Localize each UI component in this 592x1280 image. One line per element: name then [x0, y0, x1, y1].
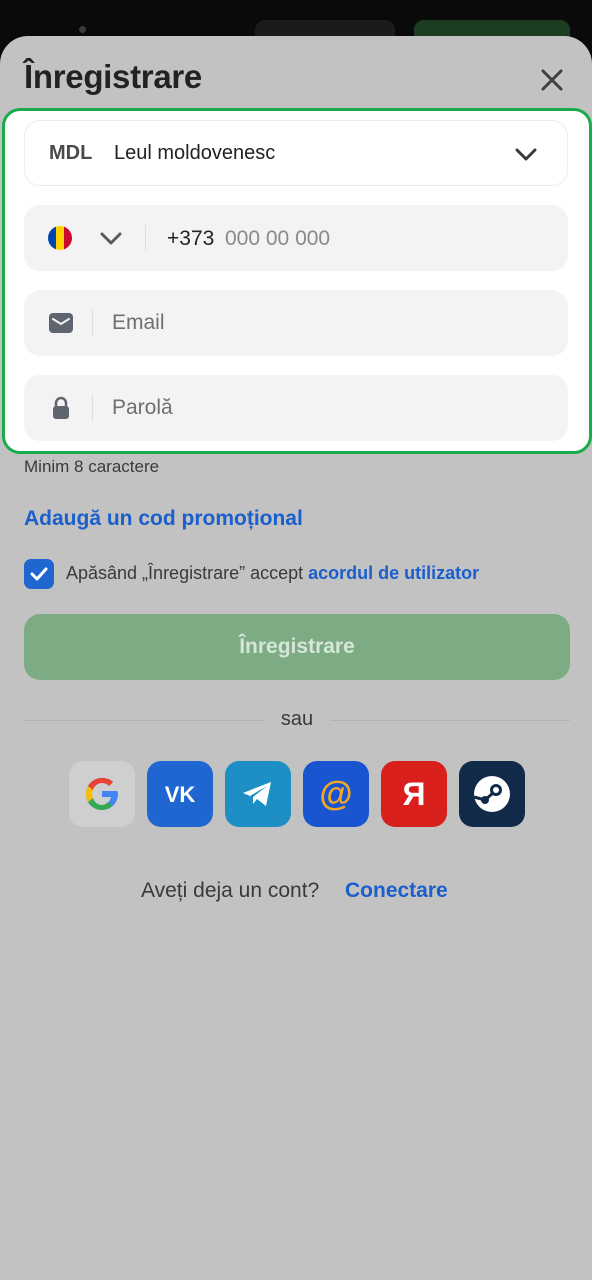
register-button[interactable]: Înregistrare: [24, 614, 570, 680]
svg-text:@: @: [319, 775, 352, 813]
agreement-text: Apăsând „Înregistrare” accept acordul de…: [66, 563, 479, 584]
camera-dot: [79, 26, 86, 33]
mailru-login-button[interactable]: @: [303, 761, 369, 827]
vk-login-button[interactable]: VK: [147, 761, 213, 827]
email-placeholder: Email: [112, 311, 165, 334]
telegram-icon: [243, 782, 271, 806]
password-field[interactable]: Parolă: [24, 375, 568, 441]
svg-text:VK: VK: [165, 782, 196, 807]
steam-icon: [473, 776, 510, 812]
user-agreement-link[interactable]: acordul de utilizator: [308, 563, 479, 583]
close-icon: [541, 69, 563, 91]
phone-placeholder: 000 00 000: [225, 227, 331, 250]
field-separator: [92, 395, 93, 421]
password-placeholder: Parolă: [112, 396, 173, 419]
add-promo-code-link[interactable]: Adaugă un cod promoțional: [24, 507, 303, 531]
status-bar: [0, 0, 592, 40]
chevron-down-icon: [515, 148, 537, 161]
field-separator: [92, 310, 93, 336]
have-account-text: Aveți deja un cont?: [141, 879, 320, 902]
agreement-label: Apăsând „Înregistrare” accept: [66, 563, 304, 583]
moldova-flag-icon[interactable]: [48, 226, 72, 250]
field-separator: [145, 225, 146, 251]
divider-line-left: [24, 720, 264, 721]
yandex-login-button[interactable]: Я: [381, 761, 447, 827]
divider-text: sau: [280, 708, 314, 730]
mail-icon: [49, 313, 73, 333]
password-hint: Minim 8 caractere: [24, 457, 160, 476]
telegram-login-button[interactable]: [225, 761, 291, 827]
currency-name: Leul moldovenesc: [114, 142, 276, 164]
currency-select[interactable]: MDL Leul moldovenesc: [24, 120, 568, 186]
flag-stripe-red: [64, 226, 72, 250]
yandex-icon: Я: [403, 776, 426, 812]
phone-country-code: +373: [167, 227, 215, 250]
google-icon: [86, 778, 118, 810]
agreement-checkbox[interactable]: [24, 559, 54, 589]
page-title: Înregistrare: [24, 58, 202, 95]
divider-line-right: [330, 720, 570, 721]
steam-login-button[interactable]: [459, 761, 525, 827]
check-icon: [30, 567, 48, 581]
svg-text:Я: Я: [403, 776, 426, 812]
country-chevron-down-icon[interactable]: [98, 225, 124, 251]
flag-stripe-blue: [48, 226, 56, 250]
phone-field[interactable]: +373 000 00 000: [24, 205, 568, 271]
email-field[interactable]: Email: [24, 290, 568, 356]
google-login-button[interactable]: [69, 761, 135, 827]
currency-code: MDL: [49, 142, 93, 164]
close-button[interactable]: [536, 64, 568, 96]
flag-stripe-yellow: [56, 226, 64, 250]
vk-icon: VK: [165, 782, 196, 807]
lock-icon: [53, 396, 69, 419]
login-link[interactable]: Conectare: [345, 879, 448, 903]
mailru-icon: @: [319, 775, 352, 813]
